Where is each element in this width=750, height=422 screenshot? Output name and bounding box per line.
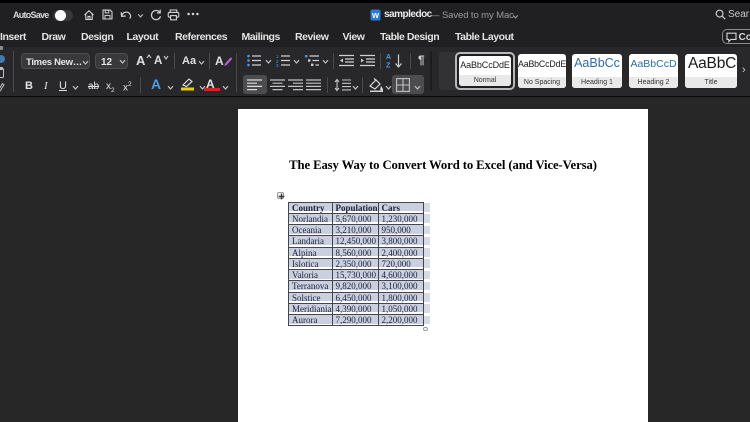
svg-text:A: A <box>386 54 391 61</box>
svg-text:3: 3 <box>276 63 279 67</box>
svg-text:W: W <box>372 11 380 20</box>
svg-text:Z: Z <box>386 63 391 70</box>
